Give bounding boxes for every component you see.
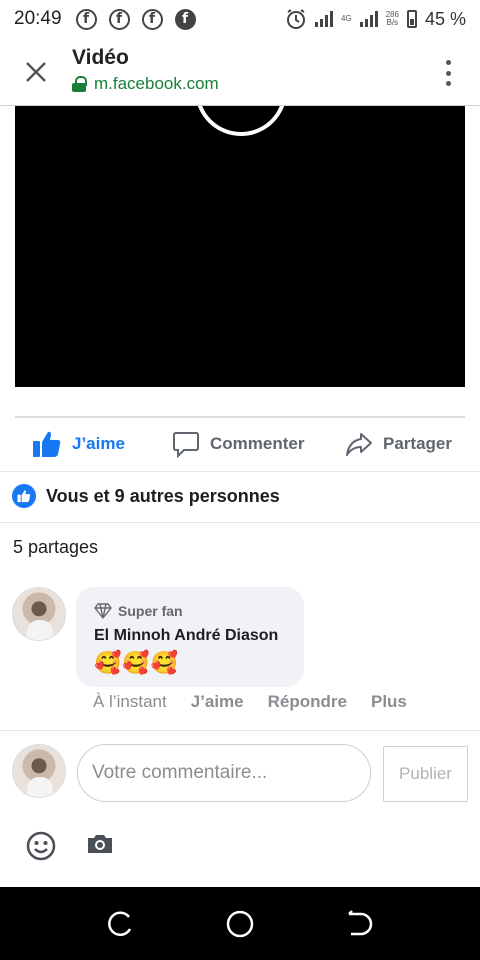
divider	[0, 522, 480, 523]
back-icon[interactable]	[345, 909, 375, 939]
lock-icon	[72, 76, 87, 92]
comment-author[interactable]: El Minnoh André Diason	[94, 627, 278, 645]
like-label: J’aime	[72, 434, 125, 453]
comment-button[interactable]: Commenter	[172, 430, 304, 458]
camera-icon[interactable]	[86, 832, 114, 856]
battery-level: 45 %	[424, 8, 466, 29]
page-title: Vidéo	[72, 46, 129, 69]
home-icon[interactable]	[225, 909, 255, 939]
status-time: 20:49	[14, 8, 62, 29]
divider	[15, 416, 465, 418]
comment-more-button[interactable]: Plus	[371, 692, 407, 712]
like-reaction-icon	[12, 484, 36, 508]
network-speed: 286 B/s	[386, 11, 399, 27]
post-actions: J’aime Commenter Partager	[0, 420, 480, 470]
super-fan-badge: Super fan	[94, 603, 183, 619]
comment-input[interactable]	[77, 744, 371, 802]
url-text: m.facebook.com	[94, 74, 219, 93]
alarm-icon	[286, 9, 305, 29]
divider	[0, 471, 480, 472]
diamond-icon	[94, 603, 112, 619]
page-url: m.facebook.com	[72, 74, 219, 94]
play-icon[interactable]	[195, 106, 287, 136]
reactions-text: Vous et 9 autres personnes	[46, 485, 280, 506]
close-icon[interactable]	[22, 58, 50, 86]
facebook-notification-icon: f	[174, 8, 196, 30]
thumbs-up-icon	[33, 431, 61, 457]
divider	[0, 730, 480, 731]
browser-header: Vidéo m.facebook.com	[0, 38, 480, 106]
publish-button[interactable]: Publier	[383, 746, 468, 802]
network-speed-unit: B/s	[386, 18, 399, 27]
facebook-notification-icon: f	[108, 8, 130, 30]
comment-reply-button[interactable]: Répondre	[268, 692, 347, 712]
video-player[interactable]	[15, 106, 465, 387]
comment-meta: À l’instant J’aime Répondre Plus	[93, 692, 431, 712]
comment-like-button[interactable]: J’aime	[191, 692, 244, 712]
battery-icon	[406, 10, 417, 28]
signal-icon	[314, 11, 333, 27]
facebook-notification-icon: f	[141, 8, 163, 30]
comment-bubble: Super fan El Minnoh André Diason 🥰🥰🥰	[76, 587, 304, 687]
comment-label: Commenter	[210, 434, 305, 453]
comment-icon	[173, 432, 199, 458]
more-options-icon[interactable]	[446, 60, 452, 86]
share-label: Partager	[383, 434, 452, 453]
comment-time: À l’instant	[93, 692, 167, 711]
comment-text: 🥰🥰🥰	[94, 651, 180, 676]
avatar	[12, 744, 66, 798]
shares-count[interactable]: 5 partages	[13, 537, 98, 558]
signal-icon	[359, 11, 378, 27]
reactions-summary[interactable]: Vous et 9 autres personnes	[12, 484, 280, 508]
share-icon	[346, 433, 372, 456]
recents-icon[interactable]	[105, 909, 135, 939]
like-button[interactable]: J’aime	[32, 430, 125, 458]
navigation-bar	[0, 887, 480, 960]
share-button[interactable]: Partager	[345, 430, 452, 458]
facebook-notification-icon: f	[75, 8, 97, 30]
avatar[interactable]	[12, 587, 66, 641]
emoji-icon[interactable]	[25, 830, 57, 862]
network-type: 4G	[340, 14, 352, 23]
badge-label: Super fan	[118, 603, 183, 619]
status-bar: 20:49 f f f f 4G 286 B/s 45 %	[0, 0, 480, 38]
